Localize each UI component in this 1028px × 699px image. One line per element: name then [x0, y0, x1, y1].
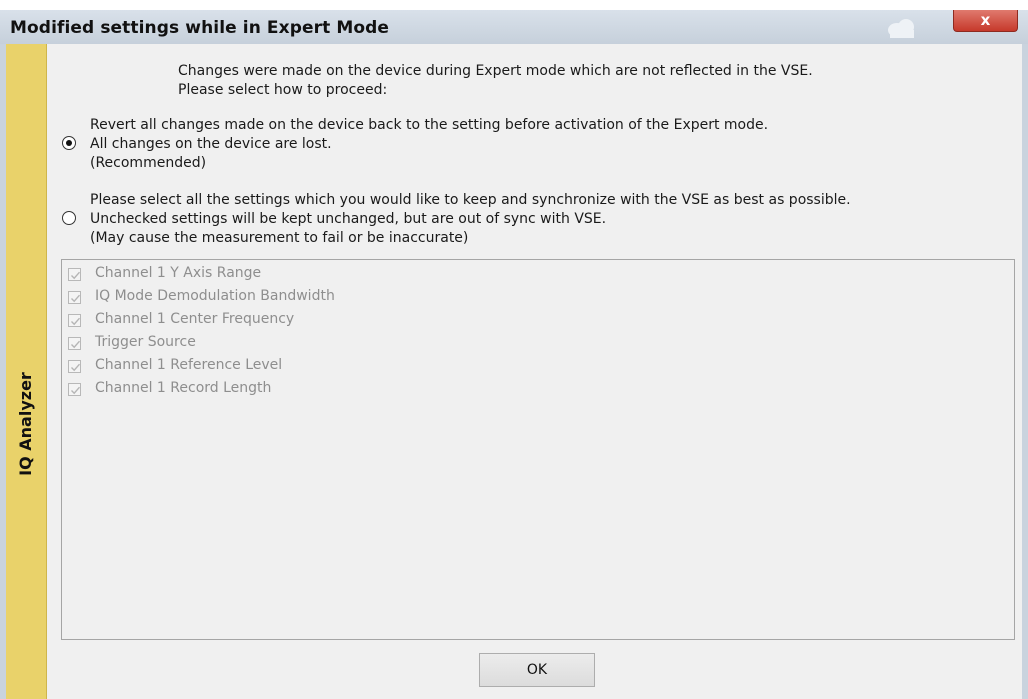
setting-label: Channel 1 Center Frequency [95, 311, 295, 327]
setting-label: Channel 1 Y Axis Range [95, 265, 262, 281]
option-revert-line-1: Revert all changes made on the device ba… [90, 117, 769, 133]
option-revert-text[interactable]: Revert all changes made on the device ba… [90, 116, 768, 173]
checkbox [68, 268, 81, 281]
side-tab: IQ Analyzer [6, 44, 47, 699]
intro-line-2: Please select how to proceed: [178, 82, 388, 98]
setting-label: IQ Mode Demodulation Bandwidth [95, 288, 335, 304]
setting-label: Channel 1 Reference Level [95, 357, 283, 373]
checkmark-icon [71, 363, 81, 372]
intro-message: Changes were made on the device during E… [178, 62, 813, 100]
setting-label: Trigger Source [95, 334, 196, 350]
cloud-icon [888, 19, 914, 38]
keep-sync-radio[interactable] [62, 211, 76, 225]
window-frame-right [1022, 44, 1028, 699]
intro-line-1: Changes were made on the device during E… [178, 63, 813, 79]
checkmark-icon [71, 340, 81, 349]
checkbox [68, 383, 81, 396]
checkbox [68, 314, 81, 327]
option-keep-sync-line-3: (May cause the measurement to fail or be… [90, 230, 469, 246]
revert-radio[interactable] [62, 136, 76, 150]
option-keep-sync-line-2: Unchecked settings will be kept unchange… [90, 211, 607, 227]
dialog-title: Modified settings while in Expert Mode [10, 18, 390, 38]
checkmark-icon [71, 294, 81, 303]
checkbox [68, 291, 81, 304]
ok-button[interactable]: OK [479, 653, 595, 687]
settings-checklist[interactable]: Channel 1 Y Axis Range IQ Mode Demodulat… [61, 259, 1015, 640]
checkbox [68, 360, 81, 373]
checkmark-icon [71, 317, 81, 326]
expert-mode-dialog: Modified settings while in Expert Mode x… [0, 0, 1028, 699]
checkmark-icon [71, 386, 81, 395]
close-button[interactable]: x [953, 10, 1018, 32]
option-revert-line-3: (Recommended) [90, 155, 207, 171]
checkbox [68, 337, 81, 350]
option-keep-sync-line-1: Please select all the settings which you… [90, 192, 851, 208]
radio-selected-dot [66, 140, 72, 146]
dialog-content: Changes were made on the device during E… [47, 44, 1022, 699]
side-tab-label: IQ Analyzer [16, 372, 35, 476]
option-keep-sync-text[interactable]: Please select all the settings which you… [90, 191, 851, 248]
title-bar[interactable]: Modified settings while in Expert Mode x [0, 10, 1028, 45]
checkmark-icon [71, 271, 81, 280]
option-revert-line-2: All changes on the device are lost. [90, 136, 332, 152]
setting-label: Channel 1 Record Length [95, 380, 272, 396]
